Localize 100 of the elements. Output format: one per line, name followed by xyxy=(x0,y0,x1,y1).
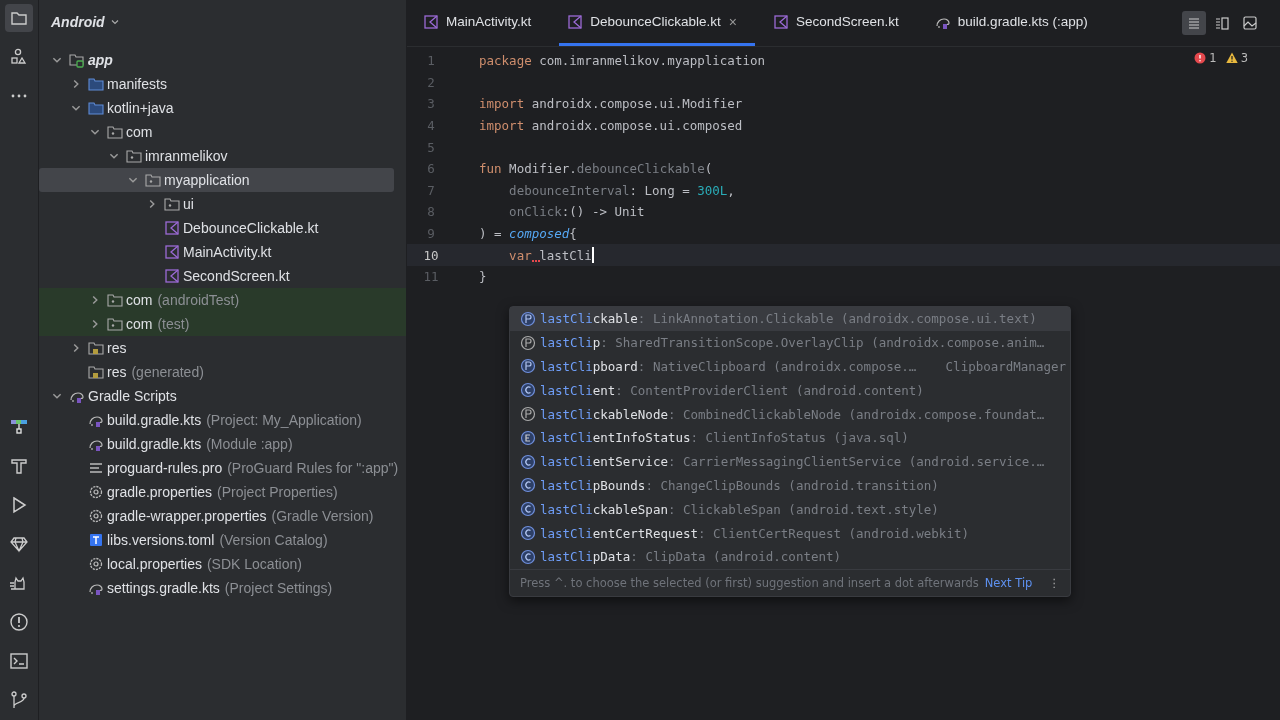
git-branch-icon[interactable] xyxy=(9,690,29,710)
completion-item[interactable]: lastClientInfoStatus: ClientInfoStatus (java.sql) xyxy=(510,426,1070,450)
folder-icon xyxy=(88,76,104,92)
tree-item[interactable]: build.gradle.kts (Module :app) xyxy=(39,432,406,456)
line-number: 9 xyxy=(426,226,436,242)
line-number: 1 xyxy=(426,53,436,69)
editor-tab[interactable]: DebounceClickable.kt × xyxy=(559,0,756,46)
tree-item-label: res xyxy=(107,340,127,356)
warning-icon[interactable] xyxy=(1225,52,1238,64)
completion-name: lastClientService xyxy=(540,454,668,470)
tree-item[interactable]: Gradle Scripts xyxy=(39,384,406,408)
package-icon xyxy=(107,124,123,140)
completion-type: : NativeClipboard (androidx.compose.… xyxy=(637,359,917,374)
tree-item[interactable]: ui xyxy=(39,192,406,216)
tree-item[interactable]: res xyxy=(39,336,406,360)
gem-icon[interactable] xyxy=(9,534,29,554)
completion-item[interactable]: lastClientService: CarrierMessagingClientService (android.service.… xyxy=(510,449,1070,474)
code-line: onClick:() -> Unit xyxy=(508,204,645,220)
tree-item[interactable]: build.gradle.kts (Project: My_Application) xyxy=(39,408,406,432)
error-icon[interactable] xyxy=(1194,52,1207,64)
toml-file-icon xyxy=(88,532,104,548)
tree-item[interactable]: res (generated) xyxy=(39,360,406,384)
editor-tab[interactable]: build.gradle.kts (:app) xyxy=(926,0,1106,46)
completion-item[interactable]: lastClip: SharedTransitionScope.OverlayClip (androidx.compose.anim… xyxy=(510,330,1070,355)
tree-item[interactable]: MainActivity.kt xyxy=(39,240,406,264)
tree-item[interactable]: SecondScreen.kt xyxy=(39,264,406,288)
package-icon xyxy=(126,148,142,164)
package-icon xyxy=(145,172,161,188)
line-number: 10 xyxy=(422,247,440,263)
gear-icon xyxy=(88,508,104,524)
code-line: fun Modifier.debounceClickable( xyxy=(479,161,713,177)
folder-icon[interactable] xyxy=(5,4,33,32)
tree-item[interactable]: kotlin+java xyxy=(39,96,406,120)
tree-item[interactable]: local.properties (SDK Location) xyxy=(39,552,406,576)
completion-name: lastClickableSpan xyxy=(540,501,668,517)
project-view-title[interactable]: Android xyxy=(51,14,105,30)
kotlin-file-icon xyxy=(567,13,584,30)
code-view-icon[interactable] xyxy=(1182,11,1206,35)
warning-icon[interactable] xyxy=(9,612,29,632)
completion-item[interactable]: lastClient: ContentProviderClient (android.content) xyxy=(510,378,1070,403)
kotlin-file-icon xyxy=(164,220,180,236)
error-count: 1 xyxy=(1209,51,1217,65)
close-tab-button[interactable]: × xyxy=(728,13,738,30)
completion-name: lastClientInfoStatus xyxy=(540,430,691,446)
completion-type: : ClipData (android.content) xyxy=(630,549,842,565)
tree-item[interactable]: settings.gradle.kts (Project Settings) xyxy=(39,576,406,600)
completion-type: : ChangeClipBounds (android.transition) xyxy=(645,477,939,493)
tree-item[interactable]: com xyxy=(39,120,406,144)
completion-name: lastClickableNode xyxy=(540,406,668,422)
completion-item[interactable]: lastClientCertRequest: ClientCertRequest (android.webkit) xyxy=(510,521,1070,545)
completion-type: : CombinedClickableNode (androidx.compose.foundat… xyxy=(667,406,1045,422)
completion-item[interactable]: lastClickable: LinkAnnotation.Clickable (androidx.compose.ui.text) xyxy=(510,307,1070,331)
tree-item[interactable]: gradle.properties (Project Properties) xyxy=(39,480,406,504)
tree-item[interactable]: proguard-rules.pro (ProGuard Rules for ":app") xyxy=(39,456,406,480)
editor-tab[interactable]: SecondScreen.kt xyxy=(765,0,917,46)
completion-item[interactable]: lastClipboard: NativeClipboard (androidx.compose.… ClipboardManager xyxy=(510,354,1070,379)
code-line: } xyxy=(479,269,487,285)
kotlin-file-icon xyxy=(423,13,439,30)
tree-item-label: proguard-rules.pro xyxy=(107,460,223,476)
tree-item-label: com xyxy=(126,124,153,140)
split-view-icon[interactable] xyxy=(1214,15,1230,31)
more-options-button[interactable]: ⋮ xyxy=(1048,575,1060,590)
code-line: import androidx.compose.ui.composed xyxy=(479,118,743,134)
editor-tab[interactable]: MainActivity.kt xyxy=(415,0,550,46)
completion-type: : SharedTransitionScope.OverlayClip (androidx.compose.anim… xyxy=(600,335,1045,351)
code-line: debounceInterval: Long = 300L, xyxy=(508,182,735,198)
completion-name: lastClient xyxy=(540,382,616,398)
class-icon xyxy=(520,477,536,494)
tree-item[interactable]: gradle-wrapper.properties (Gradle Version) xyxy=(39,504,406,528)
tree-item-label: kotlin+java xyxy=(107,100,174,116)
class-icon xyxy=(520,501,536,518)
tree-item[interactable]: DebounceClickable.kt xyxy=(39,216,406,240)
tree-item-label: imranmelikov xyxy=(145,148,228,164)
completion-type: : ClickableSpan (android.text.style) xyxy=(667,501,939,517)
property-icon xyxy=(520,358,536,375)
tree-item-label: SecondScreen.kt xyxy=(183,268,290,284)
chevron-down-icon[interactable] xyxy=(109,17,120,27)
completion-item[interactable]: lastClickableNode: CombinedClickableNode (androidx.compose.foundat… xyxy=(510,402,1070,426)
tree-item[interactable]: libs.versions.toml (Version Catalog) xyxy=(39,528,406,552)
tree-item[interactable]: app xyxy=(39,48,406,72)
tree-item[interactable]: com (androidTest) xyxy=(39,288,406,312)
tree-item[interactable]: com (test) xyxy=(39,312,406,336)
tree-item-label: local.properties xyxy=(107,556,202,572)
class-icon xyxy=(520,525,536,542)
property-icon xyxy=(520,310,536,327)
package-icon xyxy=(107,316,123,332)
terminal-icon[interactable] xyxy=(9,651,29,671)
tree-item[interactable]: myapplication xyxy=(39,168,394,192)
tree-item[interactable]: imranmelikov xyxy=(39,144,406,168)
shapes-icon[interactable] xyxy=(9,47,29,67)
next-tip-link[interactable]: Next Tip xyxy=(984,575,1033,590)
completion-name: lastClientCertRequest xyxy=(540,525,699,541)
completion-name: lastClipboard xyxy=(540,359,638,374)
tree-item-label: MainActivity.kt xyxy=(183,244,272,260)
completion-item[interactable]: lastClipData: ClipData (android.content) xyxy=(510,544,1070,569)
tree-item[interactable]: manifests xyxy=(39,72,406,96)
tree-item-note: (SDK Location) xyxy=(206,556,302,572)
completion-item[interactable]: lastClickableSpan: ClickableSpan (android.text.style) xyxy=(510,497,1070,522)
completion-item[interactable]: lastClipBounds: ChangeClipBounds (android.transition) xyxy=(510,473,1070,498)
design-view-icon[interactable] xyxy=(1242,15,1258,31)
